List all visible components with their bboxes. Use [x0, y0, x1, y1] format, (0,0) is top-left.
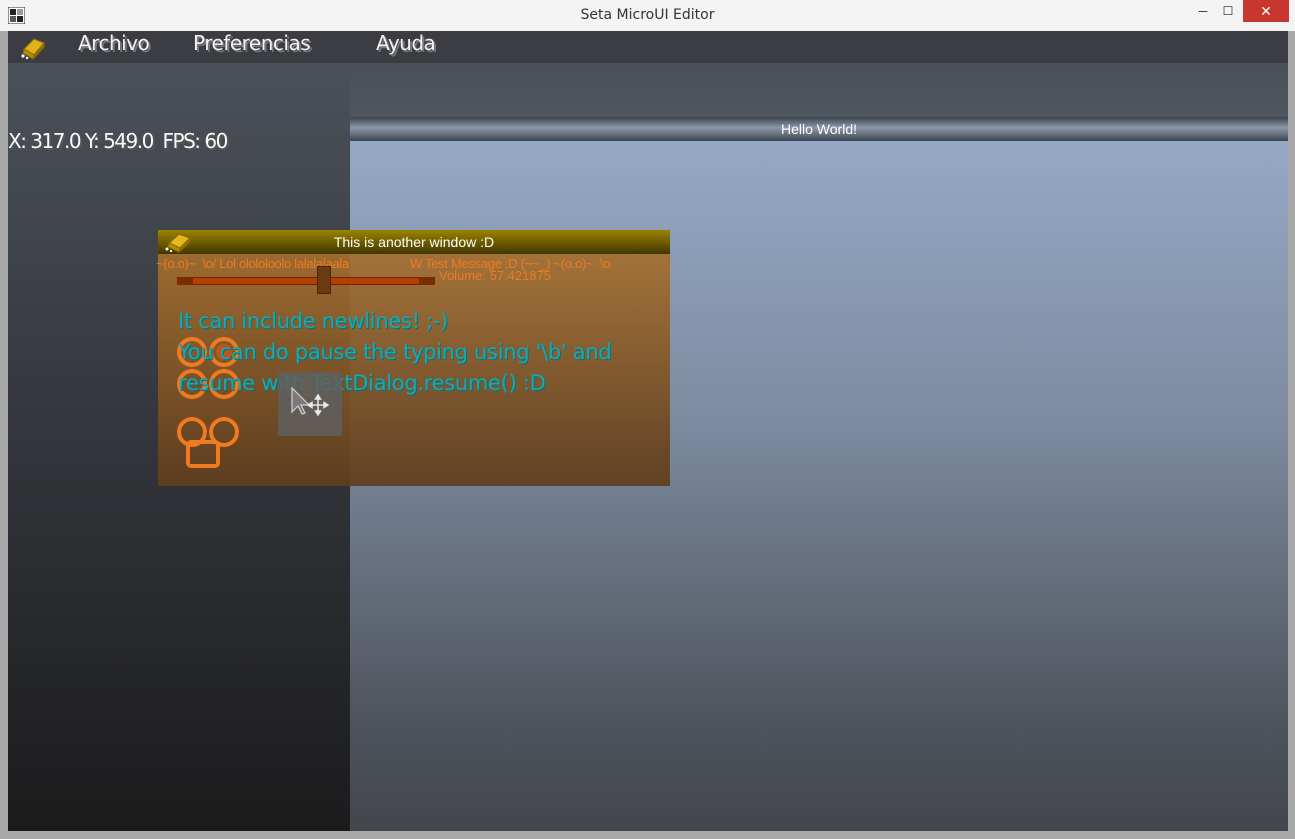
slider-handle[interactable]: [317, 266, 331, 294]
hello-window-title: Hello World!: [781, 121, 857, 137]
menu-ayuda[interactable]: Ayuda: [376, 31, 436, 55]
dialog-line: It can include newlines! ;-): [178, 309, 449, 333]
hello-window-titlebar[interactable]: Hello World!: [350, 117, 1288, 141]
another-window-body: ~(o.o)~ \o/ Lol olololoolo lalalalaala W…: [156, 254, 670, 486]
gold-ingot-icon: [21, 38, 45, 60]
window-titlebar[interactable]: Seta MicroUI Editor ─ ☐ ✕: [0, 0, 1295, 31]
menu-preferencias[interactable]: Preferencias: [193, 31, 311, 55]
text-dialog: It can include newlines! ;-) You can do …: [178, 306, 678, 399]
close-button[interactable]: ✕: [1243, 0, 1289, 22]
volume-label: Volume: 57.421875: [439, 268, 552, 283]
move-cursor-icon: [278, 372, 342, 436]
another-window[interactable]: This is another window :D ~(o.o)~ \o/ Lo…: [156, 230, 670, 486]
slider-track[interactable]: [177, 277, 435, 285]
another-window-titlebar[interactable]: This is another window :D: [158, 230, 670, 254]
slider-left-cap: [177, 277, 193, 285]
os-window: Seta MicroUI Editor ─ ☐ ✕ Archivo Prefer…: [0, 0, 1295, 839]
menu-archivo[interactable]: Archivo: [78, 31, 150, 55]
coords-fps-readout: X: 317.0 Y: 549.0 FPS: 60: [8, 129, 228, 153]
dialog-line: resume with TextDialog.resume() :D: [178, 371, 546, 395]
top-background-strip: [350, 63, 1288, 117]
volume-slider[interactable]: [177, 266, 435, 294]
another-window-title: This is another window :D: [333, 234, 495, 250]
window-title: Seta MicroUI Editor: [580, 7, 715, 23]
editor-canvas[interactable]: Archivo Preferencias Ayuda X: 317.0 Y: 5…: [8, 31, 1288, 831]
maximize-button[interactable]: ☐: [1213, 0, 1243, 22]
slider-right-cap: [419, 277, 435, 285]
dialog-line: You can do pause the typing using '\b' a…: [178, 340, 612, 364]
menubar: Archivo Preferencias Ayuda: [8, 31, 1288, 63]
